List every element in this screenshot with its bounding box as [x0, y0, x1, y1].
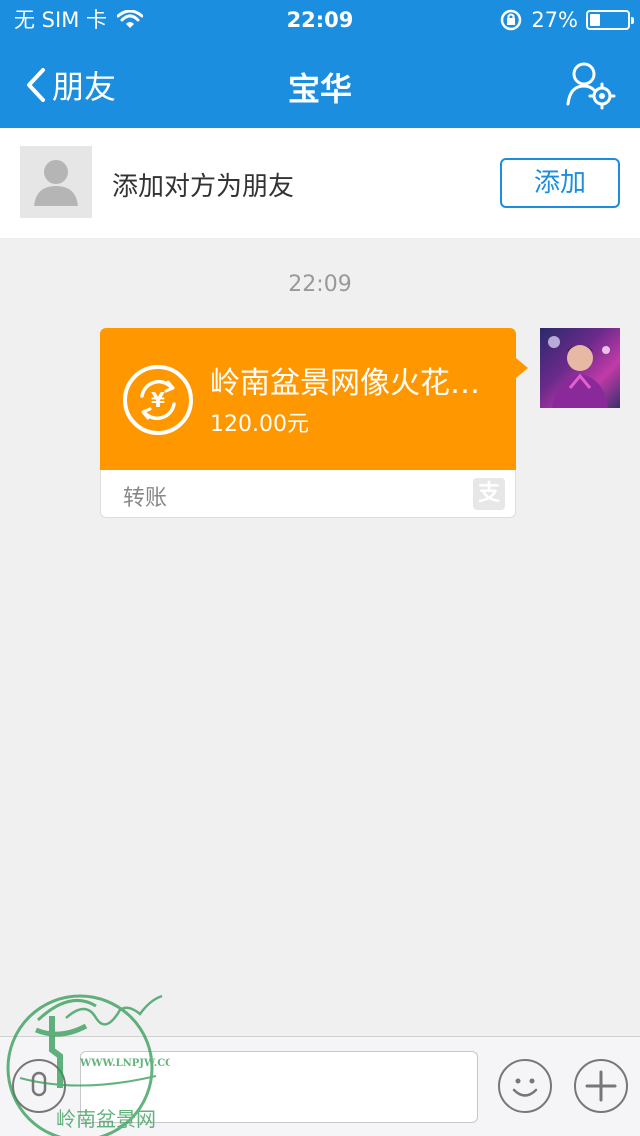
top-bar: 无 SIM 卡 22:09 27% 朋友 宝华: [0, 0, 640, 128]
add-friend-banner: 添加对方为朋友 添加: [0, 128, 640, 238]
add-friend-text: 添加对方为朋友: [112, 172, 295, 202]
user-settings-icon[interactable]: [564, 60, 616, 110]
add-friend-button[interactable]: 添加: [500, 158, 620, 208]
transfer-coin-icon: ¥: [123, 365, 193, 435]
svg-text:¥: ¥: [151, 388, 165, 412]
status-bar: 无 SIM 卡 22:09 27%: [0, 0, 640, 40]
transfer-title: 岭南盆景网像火花…: [210, 366, 480, 401]
sender-avatar[interactable]: [540, 328, 620, 408]
battery-icon: [586, 10, 634, 30]
rotation-lock-icon: [501, 9, 522, 31]
avatar-placeholder: [20, 146, 92, 218]
voice-button[interactable]: [12, 1059, 66, 1113]
page-title: 宝华: [287, 70, 352, 108]
default-avatar-icon: [34, 160, 78, 206]
nav-bar: 朋友 宝华: [0, 40, 640, 128]
transfer-message-card[interactable]: ¥ 岭南盆景网像火花… 120.00元 转账 支: [100, 328, 528, 518]
message-timestamp: 22:09: [288, 272, 352, 297]
message-input[interactable]: [80, 1051, 478, 1123]
avatar-photo: [548, 336, 610, 408]
transfer-card-footer: 转账 支: [100, 470, 516, 518]
plus-icon: [585, 1070, 617, 1102]
voice-icon: [31, 1071, 47, 1097]
battery-fill: [590, 14, 600, 26]
input-bar: [0, 1036, 640, 1136]
transfer-label: 转账: [123, 486, 168, 511]
transfer-amount: 120.00元: [210, 412, 309, 437]
emoji-icon: [512, 1078, 538, 1097]
alipay-icon: 支: [473, 478, 505, 510]
more-button[interactable]: [574, 1059, 628, 1113]
emoji-button[interactable]: [498, 1059, 552, 1113]
bubble-tail: [516, 358, 528, 378]
status-right: 27%: [499, 0, 634, 40]
battery-percent: 27%: [531, 8, 578, 32]
